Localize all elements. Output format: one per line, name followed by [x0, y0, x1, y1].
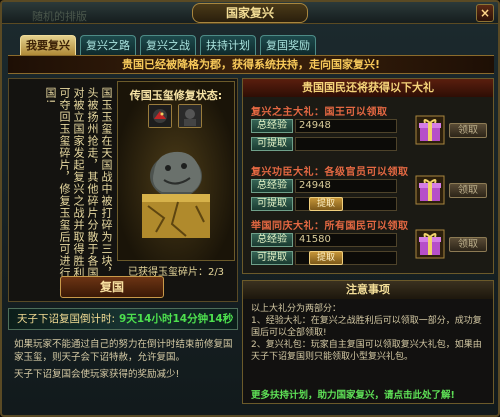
fragments-value: 2/3 — [207, 267, 225, 278]
tab-support-plan[interactable]: 扶持计划 — [200, 35, 256, 55]
title-bar: 随机的排版 国家复兴 × — [2, 2, 498, 24]
withdrawable-label: 可提取 — [251, 251, 293, 265]
gift-box-icon — [415, 175, 445, 205]
notes-header: 注意事项 — [243, 281, 493, 299]
claim-button[interactable]: 领取 — [449, 237, 487, 252]
rewards-panel: 贵国国民还将获得以下大礼 复兴之主大礼：国王可以领取 总经验 24948 可提取… — [242, 78, 494, 274]
countdown-value: 9天14小时14分钟14秒 — [119, 313, 234, 325]
dark-portrait-icon — [178, 104, 202, 128]
description-line-2: 天子下诏复国会使玩家获得的奖励减少! — [14, 369, 180, 380]
notes-line: 1、经验大礼：在复兴之战胜利后可以领取一部分，成功复国后可以全部领取! — [251, 316, 482, 338]
reward-title: 复兴之主大礼：国王可以领取 — [251, 107, 388, 118]
countdown-label: 天子下诏复国倒计时: — [17, 313, 116, 325]
withdrawable-value — [295, 137, 397, 151]
tab-i-want-revival[interactable]: 我要复兴 — [20, 35, 76, 55]
reward-title: 复兴功臣大礼：各级官员可以领取 — [251, 167, 409, 178]
jade-seal-image — [134, 136, 218, 246]
tab-road-to-revival[interactable]: 复兴之路 — [80, 35, 136, 55]
description-line-1: 如果玩家不能通过自己的努力在倒计时结束前修复国家玉玺，则天子会下诏特赦，允许复国… — [14, 339, 233, 363]
countdown-bar: 天子下诏复国倒计时: 9天14小时14分钟14秒 — [8, 308, 238, 330]
restore-nation-button[interactable]: 复国 — [60, 276, 164, 298]
rewards-header: 贵国国民还将获得以下大礼 — [243, 79, 493, 97]
notes-body: 以上大礼分为两部分： 1、经验大礼：在复兴之战胜利后可以领取一部分，成功复国后可… — [251, 303, 489, 363]
support-plan-link[interactable]: 更多扶持计划，助力国家复兴，请点击此处了解! — [251, 387, 491, 401]
exp-value: 24948 — [295, 179, 397, 193]
background-ghost-text: 随机的排版 — [32, 10, 87, 23]
exp-label: 总经验 — [251, 179, 293, 193]
status-banner: 贵国已经被降格为郡，获得系统扶持，走向国家复兴! — [8, 55, 494, 74]
exp-label: 总经验 — [251, 233, 293, 247]
notes-line: 2、复兴礼包：玩家自主复国可以领取复兴大礼包，如果由天子下诏复国则只能领取小型复… — [251, 340, 482, 362]
withdrawable-label: 可提取 — [251, 137, 293, 151]
close-button[interactable]: × — [476, 4, 494, 22]
notes-line: 以上大礼分为两部分： — [251, 304, 342, 314]
gift-box-icon — [415, 115, 445, 145]
reward-king: 复兴之主大礼：国王可以领取 总经验 24948 可提取 领取 — [251, 103, 491, 163]
tab-restoration-rewards[interactable]: 复国奖励 — [260, 35, 316, 55]
tab-revival-war[interactable]: 复兴之战 — [140, 35, 196, 55]
exp-value: 24948 — [295, 119, 397, 133]
claim-button[interactable]: 领取 — [449, 123, 487, 138]
story-text: 国玉玉玺在天国战中被打碎为三块，龙头被扬州抢走，其他碎片分散于各国，对被立国家发… — [44, 87, 113, 291]
withdrawable-label: 可提取 — [251, 197, 293, 211]
reward-all-citizens: 举国同庆大礼：所有国民可以领取 总经验 41580 可提取 提取 领取 — [251, 217, 491, 277]
relic-status-panel: 传国玉玺修复状态: — [117, 81, 235, 261]
withdraw-button[interactable]: 提取 — [309, 197, 343, 211]
notes-panel: 注意事项 以上大礼分为两部分： 1、经验大礼：在复兴之战胜利后可以领取一部分，成… — [242, 280, 494, 404]
relic-status-title: 传国玉玺修复状态: — [129, 89, 223, 102]
national-revival-window: 随机的排版 国家复兴 × 我要复兴 复兴之路 复兴之战 扶持计划 复国奖励 贵国… — [0, 0, 500, 417]
window-title: 国家复兴 — [192, 3, 308, 23]
exp-value: 41580 — [295, 233, 397, 247]
seal-panel: 国玉玉玺在天国战中被打碎为三块，龙头被扬州抢走，其他碎片分散于各国，对被立国家发… — [8, 78, 238, 302]
reward-officials: 复兴功臣大礼：各级官员可以领取 总经验 24948 可提取 提取 领取 — [251, 163, 491, 223]
gift-box-icon — [415, 229, 445, 259]
reward-title: 举国同庆大礼：所有国民可以领取 — [251, 221, 409, 232]
withdraw-button[interactable]: 提取 — [309, 251, 343, 265]
exp-label: 总经验 — [251, 119, 293, 133]
bird-portrait-icon — [148, 104, 172, 128]
claim-button[interactable]: 领取 — [449, 183, 487, 198]
